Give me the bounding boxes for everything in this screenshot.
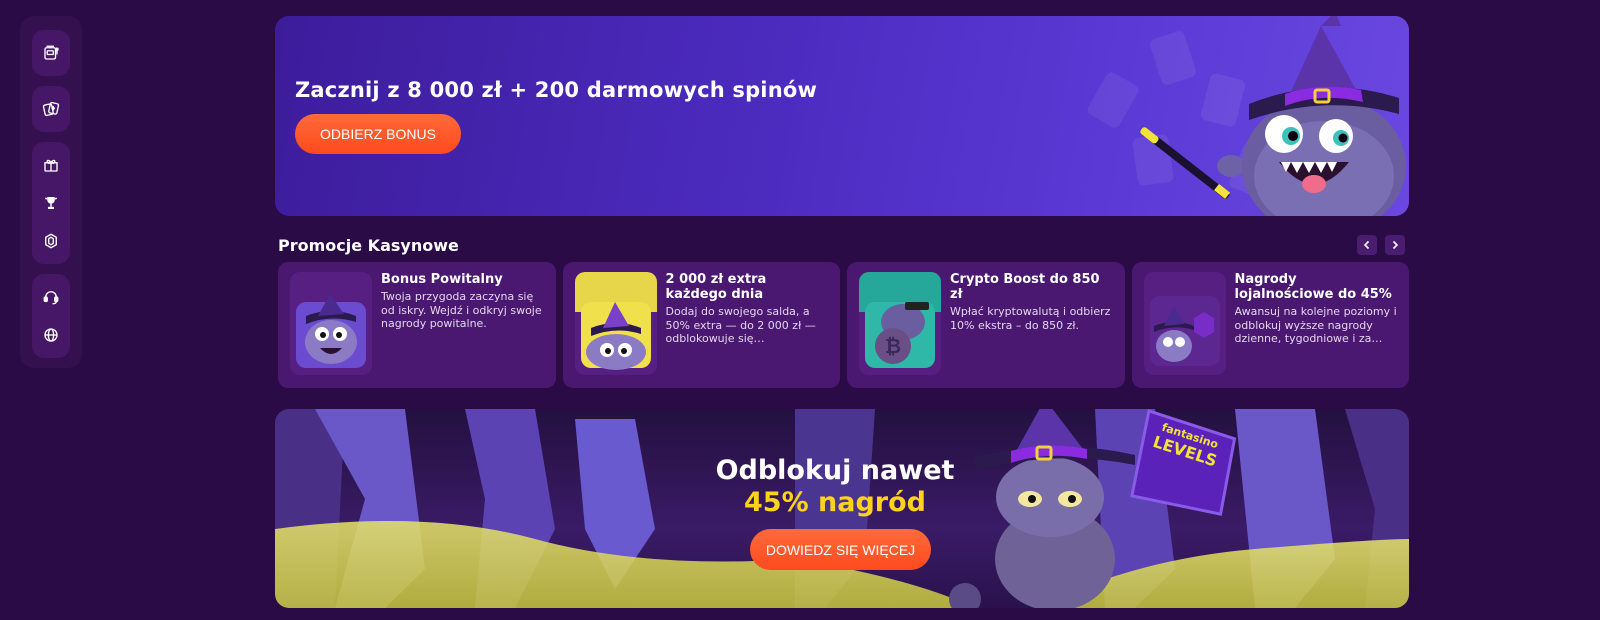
promo-thumbnail: ₿ <box>859 272 941 375</box>
promo-card-title: Bonus Powitalny <box>381 272 503 287</box>
trophy-icon <box>44 197 58 209</box>
promo-card-title: Nagrody lojalnościowe do 45% <box>1234 272 1392 302</box>
sidebar-item-language[interactable] <box>32 316 70 354</box>
gem-icon <box>45 233 57 249</box>
promo-card-title: 2 000 zł extra każdego dnia <box>665 272 767 302</box>
levels-banner: fantasino LEVELS Odblokuj nawet 45% nagr… <box>275 409 1409 608</box>
promo-card-description: Dodaj do swojego salda, a 50% extra — do… <box>665 305 816 345</box>
sidebar-group-rewards <box>32 142 70 264</box>
svg-text:₿: ₿ <box>885 334 901 358</box>
promo-thumbnail <box>290 272 372 375</box>
promo-card-description: Awansuj na kolejne poziomy i odblokuj wy… <box>1234 305 1397 345</box>
support-icon <box>43 291 59 305</box>
levels-title: Odblokuj nawet <box>715 455 955 486</box>
promo-card-daily-extra[interactable]: 2 000 zł extra każdego dnia Dodaj do swo… <box>562 262 840 388</box>
sidebar-item-promotions[interactable] <box>32 146 70 184</box>
cards-icon <box>42 101 60 117</box>
sidebar-item-support[interactable] <box>32 278 70 316</box>
wizard-cat-illustration <box>1140 16 1406 216</box>
gift-icon <box>44 159 58 172</box>
sidebar-group-misc <box>32 274 70 358</box>
promo-card-crypto-boost[interactable]: ₿ Crypto Boost do 850 zł Wpłać kryptowal… <box>847 262 1125 388</box>
promo-card-description: Twoja przygoda zaczyna się od iskry. Wej… <box>381 290 542 330</box>
promo-card-title: Crypto Boost do 850 zł <box>950 272 1100 302</box>
promotions-carousel: Bonus Powitalny Twoja przygoda zaczyna s… <box>278 262 1409 388</box>
sidebar <box>20 16 82 368</box>
promo-thumbnail <box>574 272 657 375</box>
carousel-next-button[interactable] <box>1385 235 1405 255</box>
learn-more-button[interactable]: DOWIEDZ SIĘ WIĘCEJ <box>750 529 931 570</box>
hero-banner: Zacznij z 8 000 zł + 200 darmowych spinó… <box>275 16 1409 216</box>
sidebar-group-live <box>32 86 70 132</box>
chevron-left-icon <box>1363 240 1370 250</box>
sidebar-item-tournaments[interactable] <box>32 184 70 222</box>
claim-bonus-button[interactable]: ODBIERZ BONUS <box>295 114 461 154</box>
promo-thumbnail <box>1143 272 1226 375</box>
promo-card-welcome-bonus[interactable]: Bonus Powitalny Twoja przygoda zaczyna s… <box>278 262 556 388</box>
sidebar-group-games <box>32 30 70 76</box>
promo-card-description: Wpłać kryptowalutą i odbierz 10% ekstra … <box>950 305 1111 332</box>
promotions-title: Promocje Kasynowe <box>278 236 459 255</box>
levels-subtitle: 45% nagród <box>744 487 926 518</box>
sidebar-item-slots[interactable] <box>32 34 70 72</box>
sidebar-item-levels[interactable] <box>32 222 70 260</box>
sidebar-item-live-casino[interactable] <box>32 90 70 128</box>
carousel-prev-button[interactable] <box>1357 235 1377 255</box>
hero-title: Zacznij z 8 000 zł + 200 darmowych spinó… <box>295 78 818 102</box>
slot-machine-icon <box>44 45 59 60</box>
chevron-right-icon <box>1392 240 1399 250</box>
globe-icon <box>44 328 58 342</box>
promo-card-loyalty[interactable]: Nagrody lojalnościowe do 45% Awansuj na … <box>1131 262 1409 388</box>
